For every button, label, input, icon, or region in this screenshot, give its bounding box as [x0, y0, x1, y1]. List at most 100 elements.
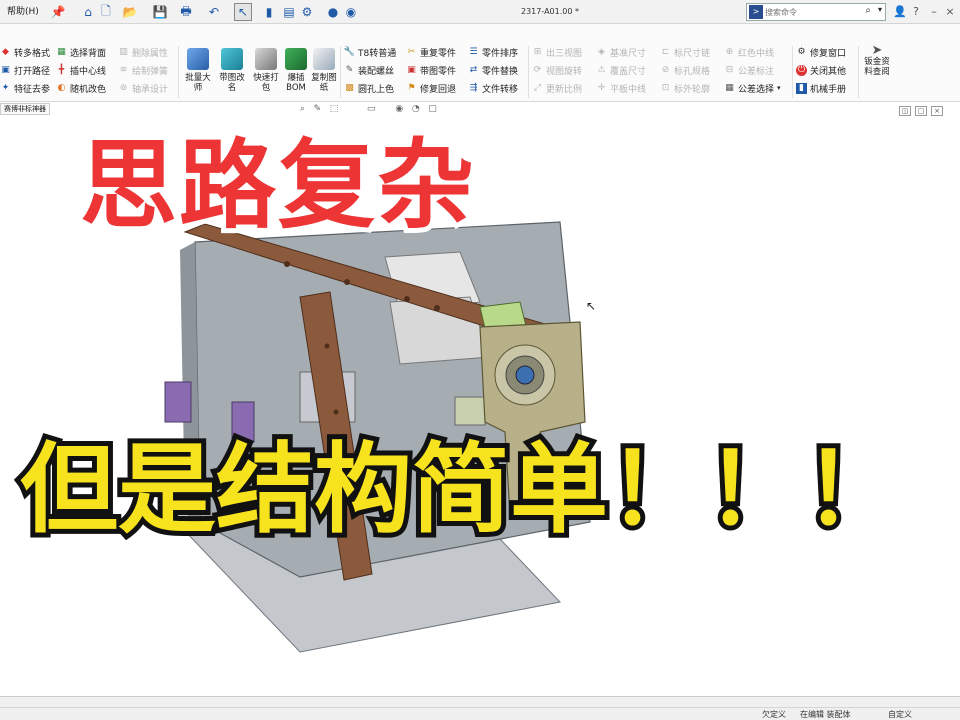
override-dim-button[interactable]: ⚠ 覆盖尺寸 [596, 62, 646, 78]
scale-icon: ⤢ [533, 83, 542, 93]
gear-icon: ⚙ [797, 47, 806, 57]
paper-plane-icon: ➤ [871, 43, 883, 58]
select-back-button[interactable]: ▦ 选择背面 [56, 44, 106, 60]
gear-icon[interactable]: ⚙ [300, 3, 314, 21]
overlay-caption-bottom: 但是结构简单！！！ [15, 428, 907, 552]
bearing-icon: ⊚ [119, 83, 128, 93]
user-icon[interactable]: 👤 [893, 3, 907, 21]
ribbon-toolbar: ◆ 转多格式 ▣ 打开路径 ✦ 特征去参 ▦ 选择背面 ╋ 插中心线 ◐ 随机改色 ▥ 删除属… [0, 24, 960, 102]
hole-color-button[interactable]: ▩ 圆孔上色 [344, 80, 394, 96]
red-centerline-button[interactable]: ⊕ 红色中线 [724, 44, 774, 60]
draw-spring-button[interactable]: ≋ 绘制弹簧 [118, 62, 168, 78]
plate-centerline-button[interactable]: ✛ 平板中线 [596, 80, 646, 96]
close-icon[interactable]: × [944, 3, 956, 21]
hole-icon: ▩ [345, 83, 354, 93]
overlay-caption-top: 思路复杂 [75, 124, 479, 247]
pack-icon [255, 48, 277, 70]
duplicate-parts-button[interactable]: ✂ 重复零件 [406, 44, 456, 60]
rotate-view-button[interactable]: ⟳ 视图旋转 [532, 62, 582, 78]
color-wheel-icon: ◐ [57, 83, 66, 93]
duplicate-icon: ✂ [407, 47, 416, 57]
open-folder-icon[interactable]: 📂 [122, 3, 138, 21]
undo-icon[interactable]: ↶ [206, 3, 222, 21]
dim-chain-button[interactable]: ⊏ 标尺寸链 [660, 44, 710, 60]
repair-rollback-button[interactable]: ⚑ 修复回退 [406, 80, 456, 96]
plugin-icon[interactable]: ◉ [344, 3, 358, 21]
hole-spec-button[interactable]: ⊘ 标孔规格 [660, 62, 710, 78]
search-input[interactable] [765, 5, 863, 19]
feature-icon: ✦ [1, 83, 10, 93]
convert-icon: ◆ [2, 47, 9, 57]
sort-parts-button[interactable]: ☰ 零件排序 [468, 44, 518, 60]
status-underdefined: 欠定义 [762, 710, 786, 719]
status-bar: 欠定义 在编辑 装配体 自定义 [0, 696, 960, 720]
addin-icon[interactable]: ● [326, 3, 340, 21]
three-views-icon: ⊞ [533, 47, 542, 57]
rename-with-drawing-button[interactable]: 带图改 名 [214, 44, 250, 102]
minimize-icon[interactable]: – [928, 3, 940, 21]
mech-handbook-button[interactable]: ▮ 机械手册 [796, 80, 846, 96]
command-search[interactable]: > ⌕ ▾ [746, 3, 886, 21]
face-select-icon: ▦ [57, 47, 66, 57]
copy-drawing-icon [313, 48, 335, 70]
centerline-icon: ╋ [58, 65, 65, 75]
title-bar: 帮助(H) 📌 ⌂ 🗋 📂 💾 🖶 ↶ ↖ ▮ ▤ ⚙ ● ◉ 2317-A01… [0, 0, 960, 24]
folder-path-icon: ▣ [1, 65, 10, 75]
move-files-button[interactable]: ⇶ 文件转移 [468, 80, 518, 96]
tolerance-select-button[interactable]: ▦ 公差选择 ▾ [724, 80, 781, 96]
three-views-button[interactable]: ⊞ 出三视图 [532, 44, 582, 60]
close-others-button[interactable]: ⏻ 关闭其他 [796, 62, 846, 78]
repair-icon: ⚑ [407, 83, 416, 93]
traffic-light-icon[interactable]: ▮ [262, 3, 276, 21]
bearing-design-button[interactable]: ⊚ 轴承设计 [118, 80, 168, 96]
insert-centerline-button[interactable]: ╋ 插中心线 [56, 62, 106, 78]
copy-drawing-button[interactable]: 复制图 纸 [306, 44, 342, 102]
home-icon[interactable]: ⌂ [80, 3, 96, 21]
wrench-icon: 🔧 [343, 47, 356, 57]
replace-icon: ⇄ [469, 65, 478, 75]
assemble-screws-button[interactable]: ✎ 装配螺丝 [344, 62, 394, 78]
convert-formats-button[interactable]: ◆ 转多格式 [0, 44, 50, 60]
chevron-down-icon[interactable]: ▾ [878, 5, 882, 14]
status-editing: 在编辑 装配体 [800, 710, 851, 719]
batch-master-button[interactable]: 批量大 师 [180, 44, 216, 102]
status-units[interactable]: 自定义 [888, 709, 912, 720]
file-props-icon[interactable]: ▤ [282, 3, 296, 21]
tolerance-mark-button[interactable]: ⊟ 公差标注 [724, 62, 774, 78]
warning-icon: ⚠ [597, 65, 606, 75]
print-icon[interactable]: 🖶 [178, 3, 194, 21]
repair-window-button[interactable]: ⚙ 修复窗口 [796, 44, 846, 60]
save-icon[interactable]: 💾 [152, 3, 168, 21]
select-pointer-icon[interactable]: ↖ [234, 3, 252, 21]
horizontal-scrollbar[interactable] [0, 697, 960, 708]
remove-params-button[interactable]: ✦ 特征去参 [0, 80, 50, 96]
help-icon[interactable]: ? [910, 3, 922, 21]
chevron-down-icon: ▾ [777, 84, 781, 92]
outline-dim-button[interactable]: ⊡ 标外轮廓 [660, 80, 710, 96]
pin-icon[interactable]: 📌 [50, 3, 66, 21]
document-title: 2317-A01.00 * [521, 7, 579, 16]
hole-spec-icon: ⊘ [661, 65, 670, 75]
new-file-icon[interactable]: 🗋 [98, 3, 114, 21]
crosshair-icon: ✛ [597, 83, 606, 93]
mouse-cursor-icon: ↖ [586, 299, 597, 313]
rename-icon [221, 48, 243, 70]
book-icon: ▮ [796, 82, 807, 94]
random-color-button[interactable]: ◐ 随机改色 [56, 80, 106, 96]
help-menu[interactable]: 帮助(H) [4, 3, 42, 21]
tolerance-select-icon: ▦ [725, 83, 734, 93]
t8-convert-button[interactable]: 🔧 T8转普通 [344, 44, 396, 60]
update-scale-button[interactable]: ⤢ 更新比例 [532, 80, 582, 96]
part-drawing-icon: ▣ [407, 65, 416, 75]
tolerance-icon: ⊟ [725, 65, 734, 75]
open-path-button[interactable]: ▣ 打开路径 [0, 62, 50, 78]
replace-parts-button[interactable]: ⇄ 零件替换 [468, 62, 518, 78]
parts-with-drawing-button[interactable]: ▣ 带图零件 [406, 62, 456, 78]
magnifier-icon[interactable]: ⌕ [865, 5, 871, 16]
delete-props-icon: ▥ [119, 47, 128, 57]
sheetmetal-lookup-button[interactable]: ➤ 钣金资 料查阅 [860, 44, 894, 102]
transfer-icon: ⇶ [469, 83, 478, 93]
delete-props-button[interactable]: ▥ 删除属性 [118, 44, 168, 60]
list-icon: ☰ [469, 47, 478, 57]
datum-dim-button[interactable]: ◈ 基准尺寸 [596, 44, 646, 60]
